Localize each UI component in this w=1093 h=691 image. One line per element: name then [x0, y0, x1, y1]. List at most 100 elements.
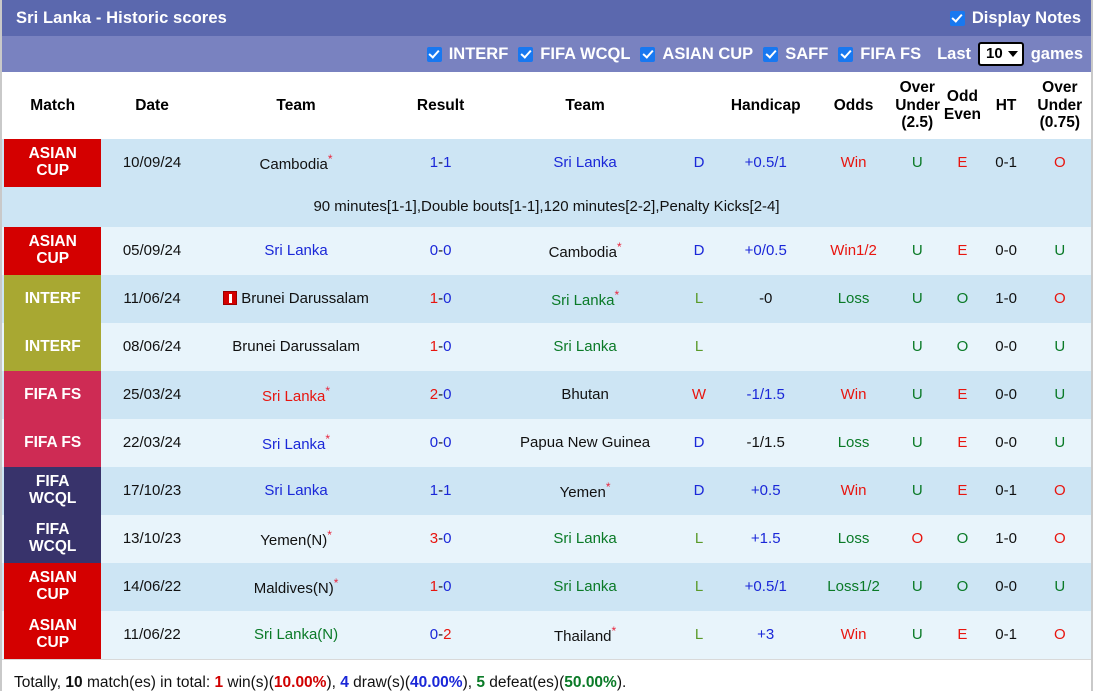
col-header-team-home[interactable]: Team: [200, 72, 392, 139]
asterisk-marker: *: [611, 623, 617, 638]
cell-team-home[interactable]: Brunei Darussalam: [200, 323, 392, 371]
ou25-line2: Under: [895, 96, 940, 114]
table-row[interactable]: FIFA WCQL 17/10/23 Sri Lanka 1-1 Yemen* D +0.5 W…: [2, 467, 1091, 515]
cell-team-away[interactable]: Sri Lanka: [489, 515, 681, 563]
col-header-team-away[interactable]: Team: [489, 72, 681, 139]
table-row[interactable]: FIFA FS 25/03/24 Sri Lanka* 2-0 Bhutan W -1/1.…: [2, 371, 1091, 419]
team-home-name: Yemen(N): [260, 531, 328, 549]
s1-draws: 4: [340, 674, 349, 691]
cell-team-home[interactable]: Sri Lanka*: [200, 371, 392, 419]
table-row[interactable]: ASIAN CUP 14/06/22 Maldives(N)* 1-0 Sri Lanka…: [2, 563, 1091, 611]
col-header-result[interactable]: Result: [391, 72, 490, 139]
cell-date: 17/10/23: [103, 467, 201, 515]
cell-result[interactable]: 0-0: [391, 227, 490, 275]
team-away-name: Yemen: [559, 483, 606, 501]
asterisk-marker: *: [325, 431, 331, 446]
cell-league[interactable]: ASIAN CUP: [2, 563, 104, 611]
col-header-over-under-075[interactable]: Over Under (0.75): [1028, 72, 1091, 139]
result-away-goals: 0: [443, 578, 452, 596]
cell-team-away[interactable]: Thailand*: [489, 611, 681, 659]
historic-scores-page: Sri Lanka - Historic scores Display Note…: [0, 0, 1093, 691]
cell-result[interactable]: 1-0: [391, 563, 490, 611]
result-home-goals: 1: [429, 290, 439, 308]
cell-team-home[interactable]: Sri Lanka: [200, 467, 392, 515]
cell-team-home[interactable]: Brunei Darussalam: [200, 275, 392, 323]
filter-asian-cup-checkbox[interactable]: [640, 46, 656, 62]
cell-result[interactable]: 2-0: [391, 371, 490, 419]
cell-result[interactable]: 1-0: [391, 323, 490, 371]
filter-fifa-fs[interactable]: FIFA FS: [838, 45, 921, 64]
cell-team-away[interactable]: Sri Lanka: [489, 139, 681, 187]
cell-team-home[interactable]: Sri Lanka(N): [200, 611, 392, 659]
filter-interf[interactable]: INTERF: [426, 45, 508, 64]
filter-fifa-wcql-checkbox[interactable]: [518, 46, 534, 62]
col-header-odd-even[interactable]: Odd Even: [941, 72, 984, 139]
team-home-name: Cambodia: [259, 155, 328, 173]
col-header-odds[interactable]: Odds: [813, 72, 894, 139]
table-row[interactable]: INTERF 08/06/24 Brunei Darussalam 1-0 Sri La…: [2, 323, 1091, 371]
cell-odds: Loss: [813, 419, 894, 467]
cell-over-under-075: O: [1028, 467, 1091, 515]
cell-team-away[interactable]: Yemen*: [489, 467, 681, 515]
cell-league[interactable]: ASIAN CUP: [2, 139, 104, 187]
table-row[interactable]: FIFA WCQL 13/10/23 Yemen(N)* 3-0 Sri Lanka L +1…: [2, 515, 1091, 563]
cell-team-away[interactable]: Sri Lanka*: [489, 275, 681, 323]
cell-result[interactable]: 1-1: [391, 467, 490, 515]
cell-team-away[interactable]: Sri Lanka: [489, 563, 681, 611]
cell-result[interactable]: 0-2: [391, 611, 490, 659]
cell-league[interactable]: FIFA FS: [2, 371, 104, 419]
cell-league[interactable]: FIFA WCQL: [2, 467, 104, 515]
cell-result[interactable]: 1-1: [391, 139, 490, 187]
cell-team-away[interactable]: Sri Lanka: [489, 323, 681, 371]
display-notes-toggle[interactable]: Display Notes: [949, 9, 1081, 28]
filter-saff[interactable]: SAFF: [763, 45, 828, 64]
cell-team-home[interactable]: Yemen(N)*: [200, 515, 392, 563]
cell-team-away[interactable]: Bhutan: [489, 371, 681, 419]
cell-over-under-25: U: [893, 611, 942, 659]
cell-league[interactable]: FIFA FS: [2, 419, 104, 467]
cell-league[interactable]: INTERF: [2, 275, 104, 323]
last-games-select[interactable]: 10: [978, 42, 1024, 66]
col-header-over-under-25[interactable]: Over Under (2.5): [893, 72, 942, 139]
cell-league[interactable]: FIFA WCQL: [2, 515, 104, 563]
display-notes-checkbox[interactable]: [949, 10, 965, 26]
result-home-goals: 0: [429, 242, 439, 260]
col-header-match[interactable]: Match: [2, 72, 104, 139]
cell-team-home[interactable]: Sri Lanka: [200, 227, 392, 275]
filter-interf-checkbox[interactable]: [426, 46, 442, 62]
col-header-handicap[interactable]: Handicap: [717, 72, 814, 139]
cell-team-away[interactable]: Papua New Guinea: [489, 419, 681, 467]
result-away-goals: 0: [443, 386, 452, 404]
cell-team-away[interactable]: Cambodia*: [489, 227, 681, 275]
filter-fifa-wcql[interactable]: FIFA WCQL: [518, 45, 630, 64]
cell-date: 22/03/24: [103, 419, 201, 467]
cell-odds: Loss: [813, 275, 894, 323]
table-row[interactable]: INTERF 11/06/24 Brunei Darussalam 1-0 Sri La…: [2, 275, 1091, 323]
cell-league[interactable]: ASIAN CUP: [2, 227, 104, 275]
cell-result[interactable]: 0-0: [391, 419, 490, 467]
table-row[interactable]: ASIAN CUP 10/09/24 Cambodia* 1-1 Sri Lanka D +0…: [2, 139, 1091, 187]
filter-fifa-fs-checkbox[interactable]: [838, 46, 854, 62]
table-row[interactable]: FIFA FS 22/03/24 Sri Lanka* 0-0 Papua New Gu…: [2, 419, 1091, 467]
s1-t2: win(s)(: [223, 674, 274, 691]
cell-result[interactable]: 1-0: [391, 275, 490, 323]
cell-team-home[interactable]: Sri Lanka*: [200, 419, 392, 467]
team-home-name: Sri Lanka: [262, 387, 326, 405]
cell-team-home[interactable]: Cambodia*: [200, 139, 392, 187]
table-row[interactable]: ASIAN CUP 11/06/22 Sri Lanka(N) 0-2 Thailand*…: [2, 611, 1091, 659]
result-away-goals: 2: [443, 626, 452, 644]
match-note-icon[interactable]: [223, 291, 238, 306]
col-header-ht[interactable]: HT: [983, 72, 1029, 139]
col-header-date[interactable]: Date: [103, 72, 201, 139]
filter-saff-checkbox[interactable]: [763, 46, 779, 62]
table-body: ASIAN CUP 10/09/24 Cambodia* 1-1 Sri Lanka D +0…: [2, 139, 1091, 659]
cell-league[interactable]: INTERF: [2, 323, 104, 371]
team-away-name: Sri Lanka: [553, 338, 617, 356]
table-row[interactable]: ASIAN CUP 05/09/24 Sri Lanka 0-0 Cambodia* D +0…: [2, 227, 1091, 275]
cell-league[interactable]: ASIAN CUP: [2, 611, 104, 659]
s1-t4: draw(s)(: [348, 674, 411, 691]
filter-asian-cup[interactable]: ASIAN CUP: [640, 45, 753, 64]
cell-result[interactable]: 3-0: [391, 515, 490, 563]
cell-odds: Win: [813, 467, 894, 515]
cell-team-home[interactable]: Maldives(N)*: [200, 563, 392, 611]
